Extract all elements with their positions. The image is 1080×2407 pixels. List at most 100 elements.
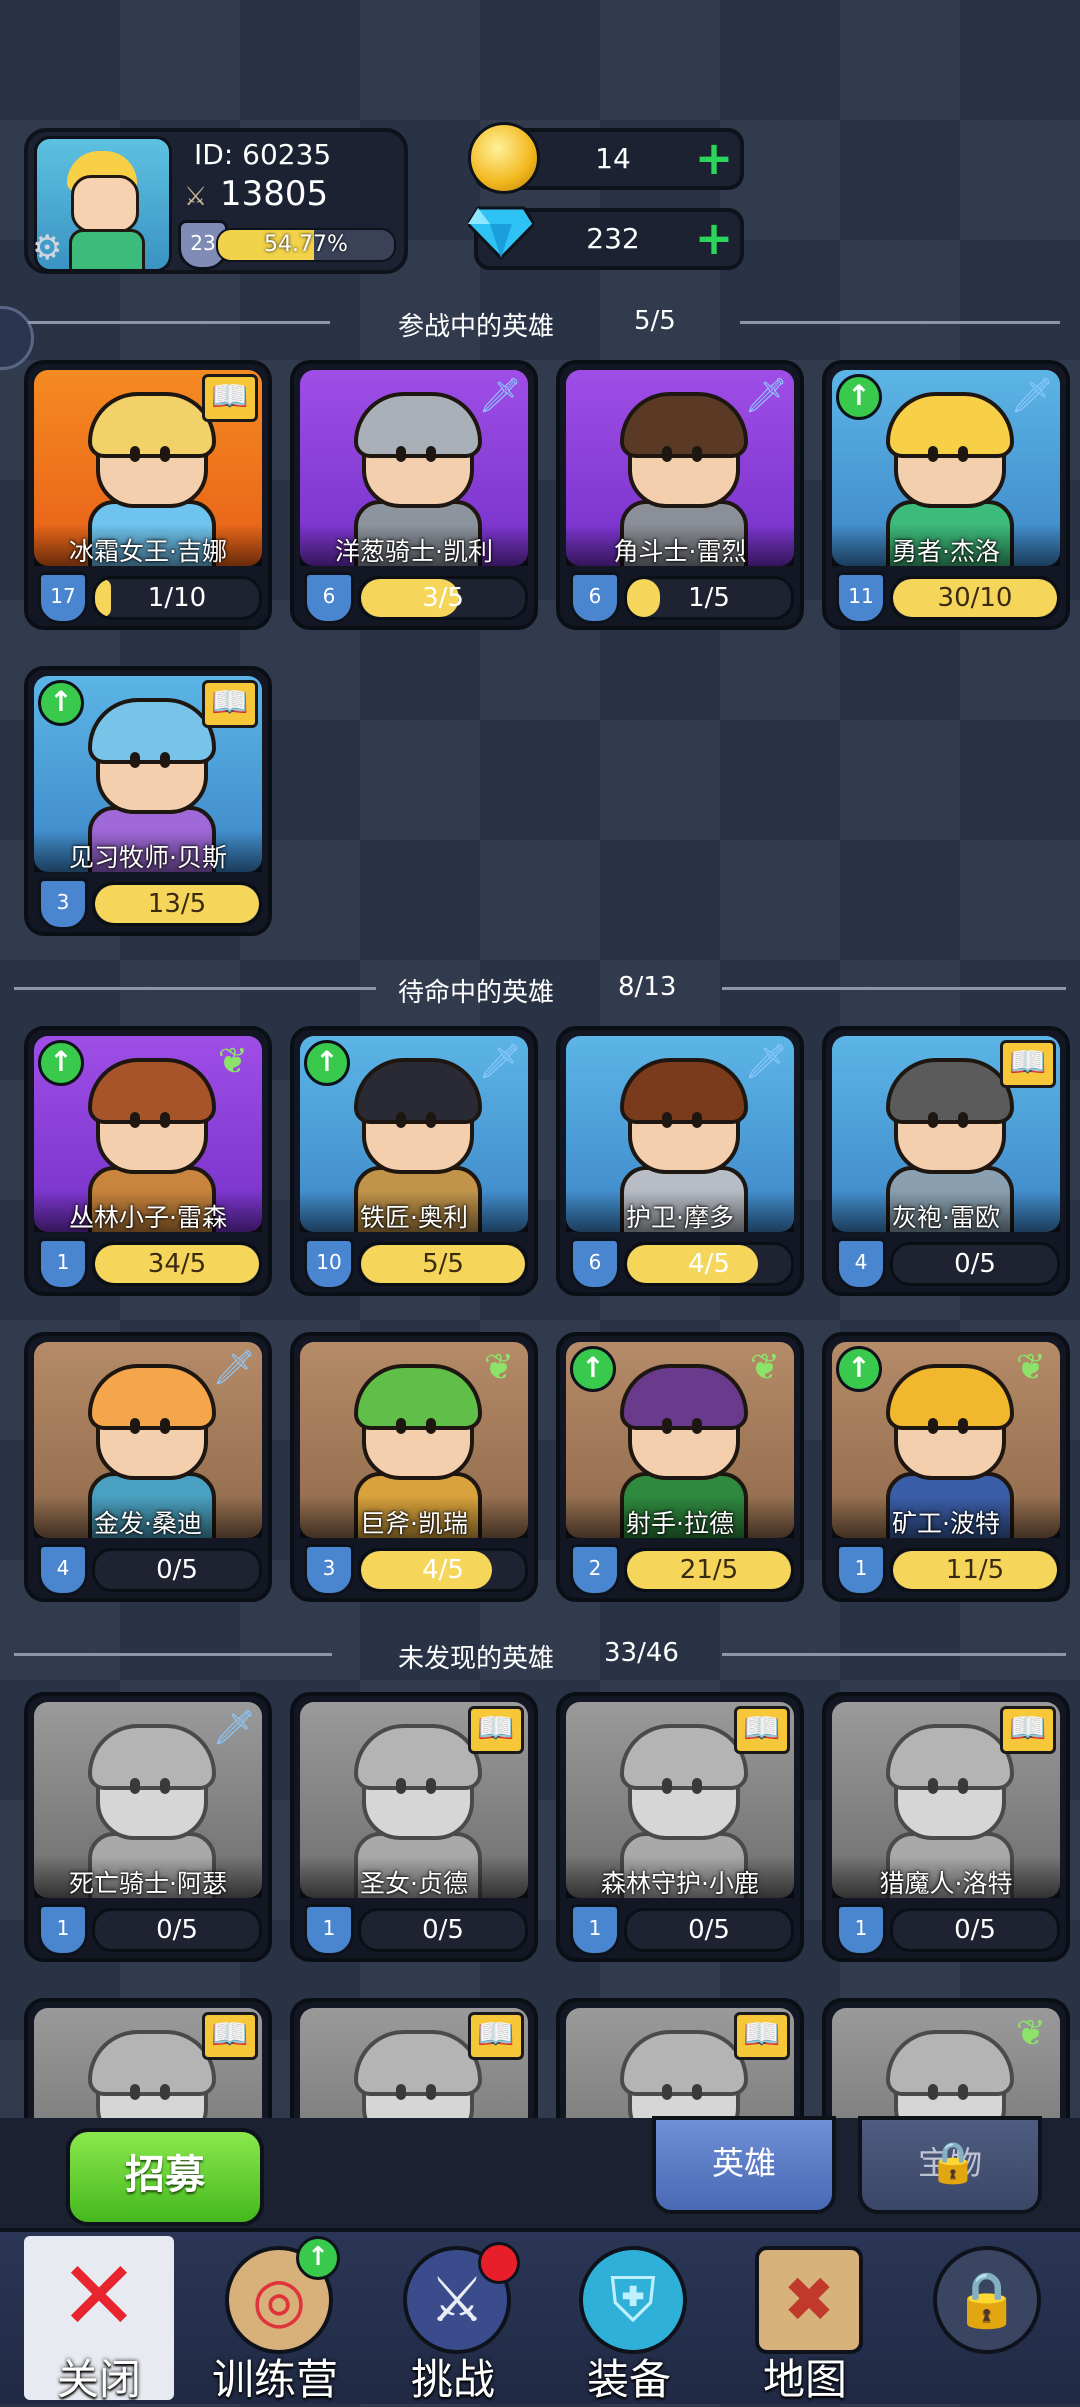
hero-shard-progress-text: 0/5 <box>954 1915 996 1945</box>
nav-map-label: 地图 <box>762 2355 847 2404</box>
hero-shard-progress-text: 1/10 <box>147 583 207 613</box>
hero-shard-progress: 0/5 <box>890 1908 1060 1952</box>
book-icon: 📖 <box>1000 1040 1056 1088</box>
hero-shard-progress-text: 34/5 <box>147 1249 207 1279</box>
hero-shard-progress-text: 13/5 <box>147 889 207 919</box>
upgrade-arrow-icon: ↑ <box>570 1346 616 1392</box>
hero-hair <box>88 2030 216 2096</box>
nav-training-camp[interactable]: ◎ 训练营 ↑ <box>200 2236 350 2404</box>
hero-card[interactable]: 🗡 死亡骑士·阿瑟 1 0/5 <box>24 1692 272 1962</box>
hero-hair <box>886 1724 1014 1790</box>
diamond-icon <box>468 206 534 260</box>
hero-card[interactable]: 🗡 ↑ 勇者·杰洛 11 30/10 <box>822 360 1070 630</box>
nav-map[interactable]: ✖ 地图 <box>730 2236 880 2404</box>
player-power: 13805 <box>220 174 329 214</box>
hero-shard-progress: 0/5 <box>890 1242 1060 1286</box>
side-menu-toggle[interactable] <box>0 306 34 370</box>
hero-name: 冰霜女王·吉娜 <box>69 537 227 566</box>
hero-card[interactable]: 📖 灰袍·雷欧 4 0/5 <box>822 1026 1070 1296</box>
hero-level-badge: 1 <box>304 1904 354 1956</box>
hero-hair <box>88 698 216 764</box>
hero-card[interactable]: ❦ ↑ 丛林小子·雷森 1 34/5 <box>24 1026 272 1296</box>
tab-heroes[interactable]: 英雄 <box>652 2116 836 2214</box>
hero-card[interactable]: ❦ 巨斧·凯瑞 3 4/5 <box>290 1332 538 1602</box>
wing-icon: ❦ <box>1015 1347 1047 1388</box>
hero-level-badge: 1 <box>38 1238 88 1290</box>
hero-shard-progress: 5/5 <box>358 1242 528 1286</box>
section-count-deployed: 5/5 <box>634 306 676 336</box>
hero-card[interactable]: 📖 ↑ 见习牧师·贝斯 3 13/5 <box>24 666 272 936</box>
hero-shard-progress: 0/5 <box>624 1908 794 1952</box>
book-icon: 📖 <box>1000 1706 1056 1754</box>
wing-icon: ❦ <box>217 1041 249 1082</box>
nav-challenge[interactable]: ⚔ 挑战 <box>378 2236 528 2404</box>
hero-shard-progress: 30/10 <box>890 576 1060 620</box>
section-title-standby: 待命中的英雄 <box>398 978 555 1008</box>
hero-level-badge: 10 <box>304 1238 354 1290</box>
hero-shard-progress: 0/5 <box>92 1908 262 1952</box>
hero-hair <box>886 2030 1014 2096</box>
map-icon: ✖ <box>755 2246 863 2354</box>
hero-shard-progress-text: 21/5 <box>679 1555 739 1585</box>
section-title-deployed: 参战中的英雄 <box>398 312 555 342</box>
sword-icon: 🗡 <box>212 1348 256 1388</box>
section-divider <box>740 321 1060 324</box>
hero-name: 勇者·杰洛 <box>892 537 1000 566</box>
hero-shard-progress-text: 30/10 <box>937 583 1013 613</box>
player-id: ID: 60235 <box>194 138 332 171</box>
upgrade-arrow-icon: ↑ <box>38 1040 84 1086</box>
sword-icon: 🗡 <box>744 1042 788 1082</box>
hero-shard-progress-text: 11/5 <box>945 1555 1005 1585</box>
hero-name: 金发·桑迪 <box>94 1509 202 1538</box>
hero-shard-progress: 1/5 <box>624 576 794 620</box>
add-gold-button[interactable]: + <box>694 135 734 181</box>
hero-card[interactable]: 🗡 洋葱骑士·凯利 6 3/5 <box>290 360 538 630</box>
hero-name: 矿工·波特 <box>892 1509 1000 1538</box>
gold-value: 14 <box>595 142 631 175</box>
hero-level-badge: 1 <box>836 1904 886 1956</box>
hero-level-badge: 1 <box>570 1904 620 1956</box>
recruit-button[interactable]: 招募 <box>66 2128 264 2226</box>
hero-card[interactable]: 🗡 ↑ 铁匠·奥利 10 5/5 <box>290 1026 538 1296</box>
hero-level-badge: 4 <box>836 1238 886 1290</box>
book-icon: 📖 <box>202 374 258 422</box>
hero-shard-progress-text: 3/5 <box>422 583 464 613</box>
hero-name: 巨斧·凯瑞 <box>360 1509 468 1538</box>
hero-level-badge: 4 <box>38 1544 88 1596</box>
hero-hair <box>620 1058 748 1124</box>
gear-icon[interactable]: ⚙ <box>32 228 62 268</box>
hero-shard-progress-text: 0/5 <box>688 1915 730 1945</box>
section-count-undiscovered: 33/46 <box>604 1638 679 1668</box>
hero-shard-progress: 4/5 <box>358 1548 528 1592</box>
hero-card[interactable]: ❦ ↑ 射手·拉德 2 21/5 <box>556 1332 804 1602</box>
hero-card[interactable]: 🗡 金发·桑迪 4 0/5 <box>24 1332 272 1602</box>
hero-hair <box>886 392 1014 458</box>
hero-hair <box>354 1724 482 1790</box>
hero-card[interactable]: 📖 圣女·贞德 1 0/5 <box>290 1692 538 1962</box>
hero-shard-progress-text: 0/5 <box>954 1249 996 1279</box>
hero-card[interactable]: 📖 猎魔人·洛特 1 0/5 <box>822 1692 1070 1962</box>
diamond-value: 232 <box>586 222 640 255</box>
hero-card[interactable]: 🗡 护卫·摩多 6 4/5 <box>556 1026 804 1296</box>
hero-hair <box>886 1364 1014 1430</box>
hero-card[interactable]: 📖 森林守护·小鹿 1 0/5 <box>556 1692 804 1962</box>
sword-icon: 🗡 <box>744 376 788 416</box>
nav-equipment[interactable]: ⛨ 装备 <box>554 2236 704 2404</box>
hero-card[interactable]: 📖 冰霜女王·吉娜 17 1/10 <box>24 360 272 630</box>
hero-shard-progress: 0/5 <box>92 1548 262 1592</box>
player-profile-panel[interactable]: ⚙ ID: 60235 ⚔ 13805 23 54.77% <box>24 128 408 274</box>
sword-icon: 🗡 <box>212 1708 256 1748</box>
xp-progress-bar: 54.77% <box>216 228 396 262</box>
nav-close[interactable]: ✕ 关闭 <box>24 2236 174 2404</box>
hero-card[interactable]: ❦ ↑ 矿工·波特 1 11/5 <box>822 1332 1070 1602</box>
nav-locked[interactable]: 🔒 <box>908 2236 1058 2400</box>
hero-hair <box>88 1364 216 1430</box>
add-diamond-button[interactable]: + <box>694 215 734 261</box>
hero-card[interactable]: 🗡 角斗士·雷烈 6 1/5 <box>556 360 804 630</box>
nav-equipment-label: 装备 <box>586 2355 671 2404</box>
sword-icon: 🗡 <box>1010 376 1054 416</box>
tab-treasure-locked[interactable]: 宝物 🔒 <box>858 2116 1042 2214</box>
hero-level-badge: 2 <box>570 1544 620 1596</box>
section-count-standby: 8/13 <box>618 972 677 1002</box>
hero-level-badge: 3 <box>38 878 88 930</box>
